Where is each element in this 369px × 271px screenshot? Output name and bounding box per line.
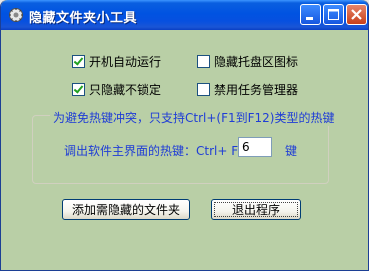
close-button[interactable] [346, 4, 367, 25]
client-area: 开机自动运行 隐藏托盘区图标 只隐藏不锁定 禁用任务管理器 为避免热键冲突，只支… [1, 30, 368, 270]
option-hide-only[interactable]: 只隐藏不锁定 [72, 81, 161, 98]
window-title: 隐藏文件夹小工具 [29, 11, 138, 26]
hide-only-label: 只隐藏不锁定 [89, 83, 162, 97]
maximize-icon [328, 9, 339, 20]
option-hide-tray-icon[interactable]: 隐藏托盘区图标 [197, 53, 298, 70]
autostart-checkbox[interactable] [72, 55, 85, 68]
disable-taskmgr-label: 禁用任务管理器 [214, 83, 299, 97]
hotkey-f-number-input[interactable] [238, 137, 272, 157]
maximize-button[interactable] [323, 4, 344, 25]
minimize-icon [306, 17, 313, 20]
disable-taskmgr-checkbox[interactable] [197, 83, 210, 96]
option-disable-taskmgr[interactable]: 禁用任务管理器 [197, 81, 298, 98]
hotkey-suffix: 键 [285, 144, 298, 158]
close-icon [351, 9, 362, 20]
hotkey-group-caption: 为避免热键冲突，只支持Ctrl+(F1到F12)类型的热键 [50, 109, 338, 126]
app-window: 隐藏文件夹小工具 开机自动运行 隐藏托盘区图标 只隐藏不锁定 禁用任务管理器 为… [0, 0, 369, 271]
autostart-label: 开机自动运行 [89, 55, 162, 69]
title-bar[interactable]: 隐藏文件夹小工具 [1, 0, 368, 30]
gear-icon [9, 8, 23, 22]
hotkey-label: 调出软件主界面的热键：Ctrl+ F [64, 144, 239, 158]
hide-tray-icon-label: 隐藏托盘区图标 [214, 55, 299, 69]
hide-only-checkbox[interactable] [72, 83, 85, 96]
minimize-button[interactable] [300, 4, 321, 25]
option-autostart[interactable]: 开机自动运行 [72, 53, 161, 70]
add-hidden-folder-button[interactable]: 添加需隐藏的文件夹 [62, 199, 190, 220]
hide-tray-icon-checkbox[interactable] [197, 55, 210, 68]
exit-button[interactable]: 退出程序 [211, 199, 301, 220]
